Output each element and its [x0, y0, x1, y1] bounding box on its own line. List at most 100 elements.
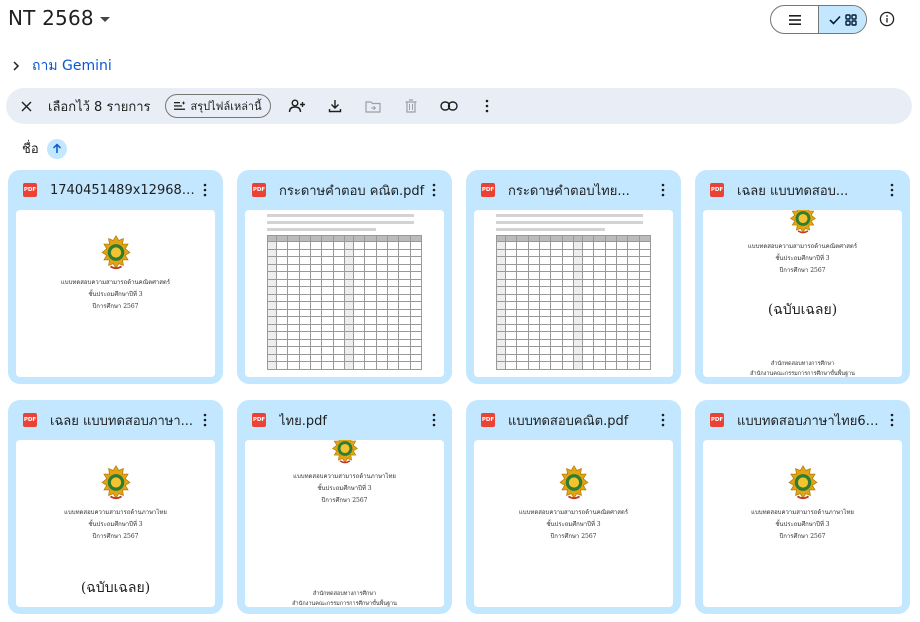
- emblem-logo: [100, 464, 131, 500]
- arrow-up-icon: [52, 143, 61, 153]
- cover-line: ชั้นประถมศึกษาปีที่ 3: [317, 485, 372, 492]
- file-thumbnail: [474, 210, 673, 377]
- link-icon: [439, 101, 458, 111]
- copy-link-button[interactable]: [439, 96, 459, 116]
- file-card[interactable]: PDF เฉลย แบบทดสอบ... แบบทดสอบความสามารถด้า…: [695, 170, 910, 384]
- more-vert-icon: [432, 413, 436, 427]
- delete-button[interactable]: [401, 96, 421, 116]
- file-card[interactable]: PDF แบบทดสอบคณิต.pdf แบบทดสอบความสามารถด้า…: [466, 400, 681, 614]
- file-thumbnail: [245, 210, 444, 377]
- more-vert-icon: [432, 183, 436, 197]
- more-vert-icon: [661, 413, 665, 427]
- file-more-button[interactable]: [884, 180, 900, 200]
- file-card-header: PDF เฉลย แบบทดสอบ...: [695, 170, 910, 210]
- answer-sheet-preview: [267, 214, 423, 370]
- more-vert-icon: [485, 99, 488, 113]
- file-name: กระดาษคำตอบไทย...: [508, 183, 630, 199]
- file-card[interactable]: PDF กระดาษคำตอบไทย...: [466, 170, 681, 384]
- cover-text: แบบทดสอบความสามารถด้านคณิตศาสตร์ ชั้นประถ…: [16, 277, 215, 313]
- info-button[interactable]: [877, 9, 897, 29]
- file-more-button[interactable]: [426, 410, 442, 430]
- emblem-logo: [100, 234, 131, 270]
- answer-grid: [267, 235, 423, 370]
- cover-line: แบบทดสอบความสามารถด้านคณิตศาสตร์: [747, 243, 858, 250]
- cover-preview: แบบทดสอบความสามารถด้านคณิตศาสตร์ ชั้นประถ…: [16, 234, 215, 313]
- share-button[interactable]: [287, 96, 307, 116]
- more-vert-icon: [203, 413, 207, 427]
- file-card-header: PDF แบบทดสอบภาษาไทย67.pdf: [695, 400, 910, 440]
- grid-icon: [844, 13, 857, 26]
- pdf-icon: PDF: [710, 183, 724, 197]
- cover-line: แบบทดสอบความสามารถด้านภาษาไทย: [64, 509, 167, 516]
- emblem-logo: [558, 464, 589, 500]
- file-name: กระดาษคำตอบ คณิต.pdf: [279, 183, 425, 199]
- file-card-header: PDF กระดาษคำตอบ คณิต.pdf: [237, 170, 452, 210]
- answer-grid: [496, 235, 652, 370]
- file-more-button[interactable]: [884, 410, 900, 430]
- move-folder-icon: [365, 100, 381, 113]
- cover-preview: แบบทดสอบความสามารถด้านภาษาไทย ชั้นประถมศึ…: [245, 440, 444, 507]
- pdf-icon: PDF: [23, 413, 37, 427]
- cover-line: แบบทดสอบความสามารถด้านคณิตศาสตร์: [60, 279, 171, 286]
- cover-line: ปีการศึกษา 2567: [321, 497, 368, 504]
- cover-line: ปีการศึกษา 2567: [550, 533, 597, 540]
- sheet-text-line: [267, 228, 376, 231]
- file-card[interactable]: PDF ไทย.pdf แบบทดสอบความสามารถด้านภาษาไทยช…: [237, 400, 452, 614]
- file-card[interactable]: PDF กระดาษคำตอบ คณิต.pdf: [237, 170, 452, 384]
- pdf-icon: PDF: [252, 183, 266, 197]
- folder-title-dropdown[interactable]: NT 2568: [8, 6, 110, 30]
- clear-selection-button[interactable]: [16, 96, 36, 116]
- grid-view-button[interactable]: [818, 6, 866, 33]
- footer-line: สำนักงานคณะกรรมการการศึกษาขั้นพื้นฐาน: [292, 601, 397, 607]
- cover-footer: สำนักทดสอบทางการศึกษา สำนักงานคณะกรรมการก…: [703, 359, 902, 377]
- cover-line: ปีการศึกษา 2567: [779, 533, 826, 540]
- file-more-button[interactable]: [197, 180, 213, 200]
- ask-gemini-label: ถาม Gemini: [32, 58, 112, 74]
- ask-gemini-link[interactable]: ถาม Gemini: [12, 55, 112, 77]
- answer-sheet-preview: [496, 214, 652, 370]
- sort-direction-button[interactable]: [46, 138, 67, 159]
- sort-header[interactable]: ชื่อ: [22, 138, 67, 159]
- cover-text: แบบทดสอบความสามารถด้านคณิตศาสตร์ ชั้นประถ…: [474, 507, 673, 543]
- cover-line: ชั้นประถมศึกษาปีที่ 3: [546, 521, 601, 528]
- pdf-icon: PDF: [481, 413, 495, 427]
- list-view-button[interactable]: [771, 6, 818, 33]
- pdf-icon: PDF: [481, 183, 495, 197]
- sheet-text-line: [496, 228, 605, 231]
- download-button[interactable]: [325, 96, 345, 116]
- footer-line: สำนักงานคณะกรรมการการศึกษาขั้นพื้นฐาน: [750, 371, 855, 377]
- file-more-button[interactable]: [197, 410, 213, 430]
- file-more-button[interactable]: [655, 180, 671, 200]
- check-icon: [828, 15, 841, 25]
- sheet-text-line: [496, 221, 644, 224]
- file-card-header: PDF 1740451489x12968233...: [8, 170, 223, 210]
- file-more-button[interactable]: [426, 180, 442, 200]
- file-name: แบบทดสอบภาษาไทย67.pdf: [737, 413, 884, 429]
- view-toggle[interactable]: [770, 5, 867, 34]
- move-button[interactable]: [363, 96, 383, 116]
- file-name: แบบทดสอบคณิต.pdf: [508, 413, 629, 429]
- summarize-label: สรุปไฟล์เหล่านี้: [190, 101, 262, 113]
- emblem-logo: [789, 210, 816, 234]
- cover-line: ปีการศึกษา 2567: [92, 303, 139, 310]
- summarize-files-button[interactable]: สรุปไฟล์เหล่านี้: [164, 94, 271, 118]
- file-card[interactable]: PDF 1740451489x12968233... แบบทดสอบความสาม…: [8, 170, 223, 384]
- pdf-icon: PDF: [23, 183, 37, 197]
- file-more-button[interactable]: [655, 410, 671, 430]
- file-name: เฉลย แบบทดสอบ...: [737, 183, 849, 199]
- file-thumbnail: แบบทดสอบความสามารถด้านคณิตศาสตร์ ชั้นประถ…: [474, 440, 673, 607]
- file-card[interactable]: PDF เฉลย แบบทดสอบภาษา... แบบทดสอบความสามาร…: [8, 400, 223, 614]
- file-card-header: PDF เฉลย แบบทดสอบภาษา...: [8, 400, 223, 440]
- file-thumbnail: แบบทดสอบความสามารถด้านภาษาไทย ชั้นประถมศึ…: [245, 440, 444, 607]
- file-thumbnail: แบบทดสอบความสามารถด้านคณิตศาสตร์ ชั้นประถ…: [16, 210, 215, 377]
- cover-preview: แบบทดสอบความสามารถด้านภาษาไทย ชั้นประถมศึ…: [703, 464, 902, 543]
- file-card[interactable]: PDF แบบทดสอบภาษาไทย67.pdf แบบทดสอบความสามา…: [695, 400, 910, 614]
- more-vert-icon: [890, 413, 894, 427]
- file-card-header: PDF ไทย.pdf: [237, 400, 452, 440]
- cover-line: ชั้นประถมศึกษาปีที่ 3: [88, 521, 143, 528]
- cover-preview: แบบทดสอบความสามารถด้านคณิตศาสตร์ ชั้นประถ…: [703, 210, 902, 321]
- cover-text: แบบทดสอบความสามารถด้านภาษาไทย ชั้นประถมศึ…: [703, 507, 902, 543]
- more-actions-button[interactable]: [477, 96, 497, 116]
- more-vert-icon: [661, 183, 665, 197]
- chevron-down-icon: [99, 16, 110, 22]
